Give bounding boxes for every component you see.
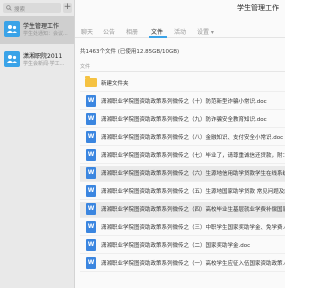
folder-name: 新建文件夹	[101, 81, 129, 87]
file-name: 潇湘职业学院图资助政策系列微传之（八）金融知识、支付安全小常识.doc	[101, 135, 284, 141]
word-doc-icon: W	[86, 149, 96, 161]
word-doc-icon: W	[86, 131, 96, 143]
tab-announcements[interactable]: 公告	[103, 27, 115, 36]
search-icon	[6, 5, 12, 11]
chat-name: 学生管理工作	[23, 23, 60, 30]
chat-name: 潇湘职院2011	[23, 53, 63, 60]
file-row[interactable]: W 潇湘职业学院图资助政策系列微传之（七）毕业了，请尊重诚信还贷款，附：国家助学…	[80, 148, 285, 164]
tab-activities[interactable]: 活动	[174, 27, 186, 36]
chat-item-xiaoxiang-2011[interactable]: 潇湘职院2011 学生会新闻·学工...	[0, 46, 74, 74]
folder-icon	[85, 76, 97, 87]
file-row[interactable]: W 潇湘职业学院图资助政策系列微传之（四）高校毕业生基层就业学费补偿国家助学贷款…	[80, 202, 285, 218]
folder-row[interactable]: 新建文件夹	[80, 76, 285, 92]
active-tab-indicator	[149, 36, 167, 38]
chat-last-message: 学生会新闻·学工...	[23, 61, 65, 67]
file-name: 潇湘职业学院图资助政策系列微传之（六）生源地信用助学贷款学生在线系统办理流程..…	[101, 171, 285, 177]
file-name: 潇湘职业学院图资助政策系列微传之（三）中职学生国家奖助学金、免学费.doc	[101, 225, 285, 231]
word-doc-icon: W	[86, 239, 96, 251]
group-files-panel: 学生管理工作 聊天 公告 相册 文件 活动 设置 ▾ 共1463个文件 (已使用…	[75, 0, 285, 288]
file-row[interactable]: W 潇湘职业学院图资助政策系列微传之（三）中职学生国家奖助学金、免学费.doc	[80, 220, 285, 236]
file-name: 潇湘职业学院图资助政策系列微传之（二）国家奖助学金.doc	[101, 243, 251, 249]
file-row[interactable]: W 潇湘职业学院图资助政策系列微传之（六）生源地信用助学贷款学生在线系统办理流程…	[80, 166, 285, 182]
file-name: 潇湘职业学院图资助政策系列微传之（十）防范新型诈骗小常识.doc	[101, 99, 267, 105]
divider	[80, 71, 285, 72]
word-doc-icon: W	[86, 113, 96, 125]
file-name: 潇湘职业学院图资助政策系列微传之（五）生源地国家助学贷款 常见问题及解答.doc	[101, 189, 285, 195]
file-row[interactable]: W 潇湘职业学院图资助政策系列微传之（十）防范新型诈骗小常识.doc	[80, 94, 285, 110]
search-placeholder: 搜索	[14, 6, 26, 13]
group-tabs: 聊天 公告 相册 文件 活动 设置 ▾	[75, 22, 285, 38]
chat-last-message: 学生处通知：会议...	[23, 31, 68, 37]
word-doc-icon: W	[86, 167, 96, 179]
group-icon	[7, 55, 17, 63]
file-row[interactable]: W 潇湘职业学院图资助政策系列微传之（一）高校学生应征入伍国家资助政策.doc	[80, 256, 285, 272]
group-icon	[7, 25, 17, 33]
search-input[interactable]: 搜索	[3, 3, 61, 13]
file-row[interactable]: W 潇湘职业学院图资助政策系列微传之（八）金融知识、支付安全小常识.doc	[80, 130, 285, 146]
file-name: 潇湘职业学院图资助政策系列微传之（四）高校毕业生基层就业学费补偿国家助学贷款代偿…	[101, 207, 285, 213]
group-avatar	[4, 21, 20, 37]
word-doc-icon: W	[86, 185, 96, 197]
tab-album[interactable]: 相册	[126, 27, 138, 36]
word-doc-icon: W	[86, 221, 96, 233]
tab-files[interactable]: 文件	[151, 27, 163, 36]
page-title: 学生管理工作	[237, 4, 279, 12]
word-doc-icon: W	[86, 257, 96, 269]
file-row[interactable]: W 潇湘职业学院图资助政策系列微传之（九）防诈骗安全教育知识.doc	[80, 112, 285, 128]
file-name: 潇湘职业学院图资助政策系列微传之（一）高校学生应征入伍国家资助政策.doc	[101, 261, 285, 267]
file-name: 潇湘职业学院图资助政策系列微传之（七）毕业了，请尊重诚信还贷款，附：国家助学贷款…	[101, 153, 285, 159]
group-avatar	[4, 51, 20, 67]
file-summary: 共1463个文件 (已使用12.85GB/10GB)	[80, 49, 180, 55]
file-row[interactable]: W 潇湘职业学院图资助政策系列微传之（二）国家奖助学金.doc	[80, 238, 285, 254]
file-row[interactable]: W 潇湘职业学院图资助政策系列微传之（五）生源地国家助学贷款 常见问题及解答.d…	[80, 184, 285, 200]
file-list-header: 文件	[80, 64, 91, 70]
chat-item-student-management[interactable]: 学生管理工作 学生处通知：会议...	[0, 16, 74, 44]
chat-sidebar: 搜索 + 学生管理工作 学生处通知：会议... 潇湘职院2011 学生会新闻·学…	[0, 0, 75, 288]
word-doc-icon: W	[86, 203, 96, 215]
add-button[interactable]: +	[63, 3, 72, 13]
tab-settings[interactable]: 设置 ▾	[197, 27, 214, 36]
tab-chat[interactable]: 聊天	[81, 27, 93, 36]
word-doc-icon: W	[86, 95, 96, 107]
file-name: 潇湘职业学院图资助政策系列微传之（九）防诈骗安全教育知识.doc	[101, 117, 267, 123]
title-bar: 学生管理工作	[75, 0, 285, 16]
